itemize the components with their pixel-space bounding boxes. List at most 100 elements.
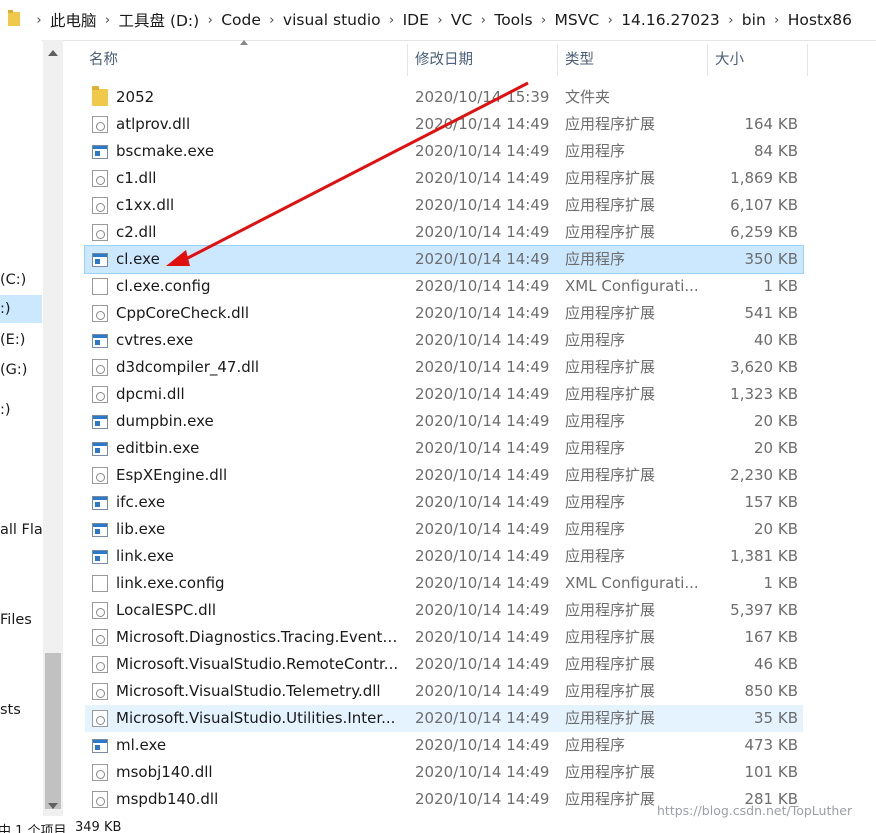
file-date: 2020/10/14 14:49 (415, 466, 550, 484)
file-row[interactable]: ml.exe 2020/10/14 14:49 应用程序 473 KB (85, 732, 803, 759)
breadcrumb-item[interactable]: visual studio (283, 11, 381, 29)
nav-item[interactable]: (G:) (0, 356, 42, 384)
column-divider[interactable] (807, 44, 808, 76)
column-header-name[interactable]: 名称 (89, 40, 118, 80)
file-type: 应用程序 (565, 331, 626, 349)
file-size: 6,107 KB (730, 196, 798, 214)
breadcrumb-item[interactable]: 工具盘 (D:) (119, 9, 200, 31)
column-header-size[interactable]: 大小 (715, 40, 744, 80)
nav-item[interactable]: :) (0, 295, 42, 323)
dll-icon (92, 467, 108, 484)
breadcrumb-item[interactable]: IDE (403, 11, 429, 29)
file-row[interactable]: CppCoreCheck.dll 2020/10/14 14:49 应用程序扩展 54… (85, 300, 803, 327)
exe-icon (92, 550, 108, 564)
file-row[interactable]: lib.exe 2020/10/14 14:49 应用程序 20 KB (85, 516, 803, 543)
file-icon (92, 278, 108, 295)
file-name: cl.exe.config (116, 277, 211, 295)
file-row[interactable]: editbin.exe 2020/10/14 14:49 应用程序 20 KB (85, 435, 803, 462)
breadcrumb-item[interactable]: Tools (494, 11, 532, 29)
file-row[interactable]: EspXEngine.dll 2020/10/14 14:49 应用程序扩展 2,23… (85, 462, 803, 489)
file-date: 2020/10/14 14:49 (415, 520, 550, 538)
nav-item[interactable]: (C:) (0, 266, 42, 294)
file-row[interactable]: link.exe 2020/10/14 14:49 应用程序 1,381 KB (85, 543, 803, 570)
breadcrumb-item[interactable]: Hostx86 (788, 11, 852, 29)
file-type: 应用程序 (565, 412, 626, 430)
file-row[interactable]: dpcmi.dll 2020/10/14 14:49 应用程序扩展 1,323 KB (85, 381, 803, 408)
file-name: 2052 (116, 88, 155, 106)
breadcrumb-separator-icon[interactable]: › (97, 13, 119, 28)
breadcrumb-separator-icon[interactable]: › (766, 13, 788, 28)
scroll-down-icon[interactable] (48, 803, 58, 809)
breadcrumb-item[interactable]: MSVC (555, 11, 600, 29)
breadcrumb-separator-icon[interactable]: › (472, 13, 494, 28)
breadcrumb-separator-icon[interactable]: › (429, 13, 451, 28)
file-row[interactable]: 2052 2020/10/14 15:39 文件夹 (85, 84, 803, 111)
breadcrumb-item[interactable]: VC (451, 11, 472, 29)
file-row[interactable]: atlprov.dll 2020/10/14 14:49 应用程序扩展 164 KB (85, 111, 803, 138)
file-row[interactable]: ifc.exe 2020/10/14 14:49 应用程序 157 KB (85, 489, 803, 516)
file-row[interactable]: dumpbin.exe 2020/10/14 14:49 应用程序 20 KB (85, 408, 803, 435)
file-type: XML Configurati... (565, 277, 699, 295)
file-row[interactable]: link.exe.config 2020/10/14 14:49 XML Confi… (85, 570, 803, 597)
column-header-type[interactable]: 类型 (565, 40, 594, 80)
navigation-scrollbar[interactable] (43, 40, 63, 816)
file-type: 应用程序扩展 (565, 223, 656, 241)
file-date: 2020/10/14 14:49 (415, 709, 550, 727)
nav-item[interactable]: :) (0, 396, 42, 424)
column-header-date[interactable]: 修改日期 (415, 40, 473, 80)
breadcrumb-separator-icon[interactable]: › (599, 13, 621, 28)
breadcrumb-item[interactable]: 此电脑 (50, 9, 97, 31)
file-row[interactable]: c2.dll 2020/10/14 14:49 应用程序扩展 6,259 KB (85, 219, 803, 246)
breadcrumb-separator-icon[interactable]: › (533, 13, 555, 28)
dll-icon (92, 683, 108, 700)
file-row[interactable]: Microsoft.Diagnostics.Tracing.EventS... 2… (85, 624, 803, 651)
file-type: 应用程序扩展 (565, 466, 656, 484)
breadcrumb-separator-icon[interactable]: › (261, 13, 283, 28)
file-date: 2020/10/14 14:49 (415, 790, 550, 808)
scrollbar-thumb[interactable] (45, 653, 61, 809)
file-row[interactable]: cl.exe 2020/10/14 14:49 应用程序 350 KB (84, 245, 804, 274)
breadcrumb-item[interactable]: Code (221, 11, 261, 29)
file-row[interactable]: c1xx.dll 2020/10/14 14:49 应用程序扩展 6,107 KB (85, 192, 803, 219)
breadcrumb-item[interactable]: bin (742, 11, 766, 29)
file-name: Microsoft.VisualStudio.RemoteContr... (116, 655, 399, 673)
file-type: 应用程序扩展 (565, 655, 656, 673)
file-type: 应用程序扩展 (565, 169, 656, 187)
file-row[interactable]: msobj140.dll 2020/10/14 14:49 应用程序扩展 101 KB (85, 759, 803, 786)
file-date: 2020/10/14 14:49 (415, 601, 550, 619)
breadcrumb-separator-icon[interactable]: › (720, 13, 742, 28)
breadcrumb-separator-icon[interactable]: › (199, 13, 221, 28)
file-row[interactable]: cl.exe.config 2020/10/14 14:49 XML Configu… (85, 273, 803, 300)
file-icon (92, 575, 108, 592)
file-row[interactable]: LocalESPC.dll 2020/10/14 14:49 应用程序扩展 5,397… (85, 597, 803, 624)
file-date: 2020/10/14 14:49 (415, 169, 550, 187)
file-row[interactable]: cvtres.exe 2020/10/14 14:49 应用程序 40 KB (85, 327, 803, 354)
file-row[interactable]: Microsoft.VisualStudio.Telemetry.dll 2020… (85, 678, 803, 705)
column-divider[interactable] (557, 44, 558, 76)
nav-item[interactable]: (E:) (0, 326, 42, 354)
file-type: 应用程序 (565, 250, 626, 268)
nav-item[interactable]: all Flat (0, 516, 42, 544)
nav-item[interactable]: Files (0, 606, 42, 634)
column-divider[interactable] (407, 44, 408, 76)
column-divider[interactable] (707, 44, 708, 76)
file-type: 应用程序 (565, 547, 626, 565)
file-name: link.exe.config (116, 574, 225, 592)
folder-icon (92, 86, 108, 106)
file-name: atlprov.dll (116, 115, 191, 133)
file-size: 1 KB (763, 277, 798, 295)
file-date: 2020/10/14 14:49 (415, 142, 550, 160)
file-size: 1,381 KB (730, 547, 798, 565)
file-size: 164 KB (744, 115, 798, 133)
file-row[interactable]: bscmake.exe 2020/10/14 14:49 应用程序 84 KB (85, 138, 803, 165)
breadcrumb-item[interactable]: 14.16.27023 (621, 11, 720, 29)
file-row[interactable]: Microsoft.VisualStudio.Utilities.Inter..… (85, 705, 803, 732)
scroll-up-icon[interactable] (48, 50, 58, 56)
breadcrumb-separator-icon[interactable]: › (28, 13, 50, 28)
nav-item[interactable]: sts (0, 696, 42, 724)
breadcrumb-separator-icon[interactable]: › (381, 13, 403, 28)
address-bar[interactable]: › 此电脑 › 工具盘 (D:) › Code › visual studio › IDE › VC ›… (0, 0, 876, 41)
file-row[interactable]: d3dcompiler_47.dll 2020/10/14 14:49 应用程序扩展… (85, 354, 803, 381)
file-row[interactable]: Microsoft.VisualStudio.RemoteContr... 202… (85, 651, 803, 678)
file-row[interactable]: c1.dll 2020/10/14 14:49 应用程序扩展 1,869 KB (85, 165, 803, 192)
